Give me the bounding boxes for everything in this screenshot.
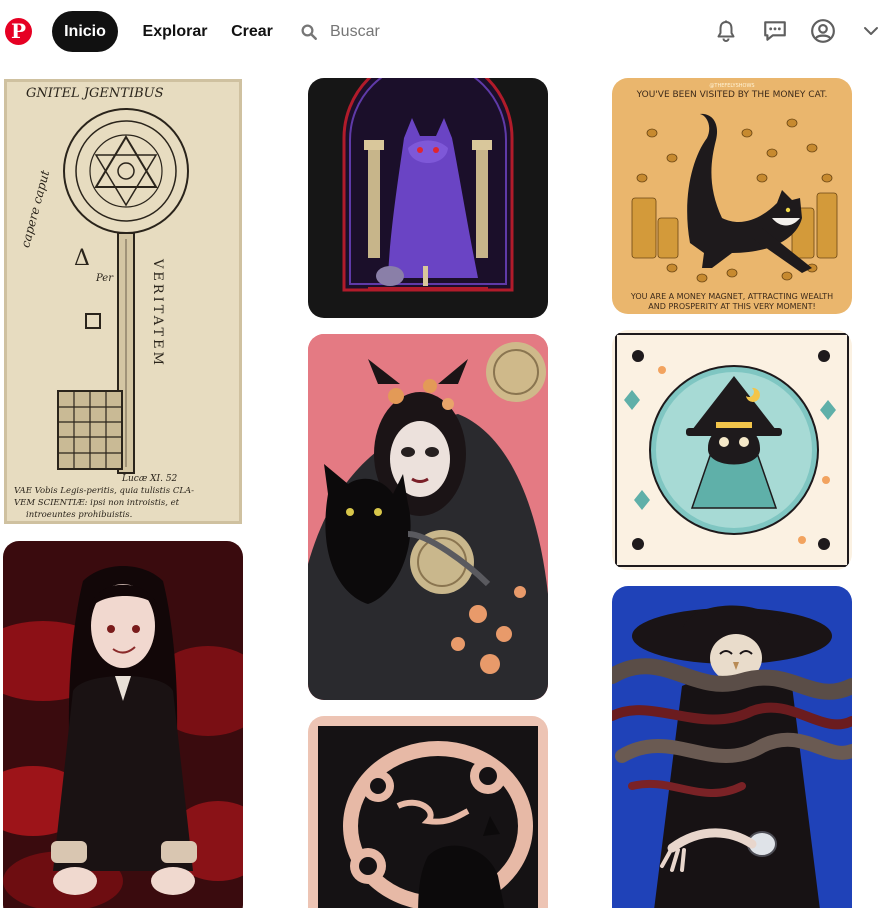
nav-explore-button[interactable]: Explorar — [134, 11, 216, 52]
nav-home-button[interactable]: Inicio — [52, 11, 118, 52]
pin-purple-cat[interactable] — [308, 78, 548, 318]
messages-button[interactable] — [760, 16, 790, 46]
svg-text:Per: Per — [95, 273, 114, 284]
pin-money-cat[interactable]: @THEFELYSHOWS YOU'VE BEEN VISITED BY THE… — [612, 78, 852, 314]
gothic-woman-cat-image — [308, 334, 548, 700]
owl-witch-image — [612, 586, 852, 908]
manuscript-footer-ref: Lucæ XI. 52 — [121, 474, 178, 484]
witch-cat-image — [612, 330, 852, 570]
chat-icon — [764, 21, 786, 41]
account-menu-button[interactable] — [856, 16, 885, 46]
pin-papercut-cat[interactable] — [308, 716, 548, 908]
profile-button[interactable] — [808, 16, 838, 46]
pinterest-logo-icon[interactable]: P — [5, 18, 32, 45]
pin-gothic-woman-cat[interactable] — [308, 334, 548, 700]
manuscript-footer-1: VAE Vobis Legis-peritis, quia tulistis C… — [14, 486, 194, 496]
money-cat-caption-1: YOU ARE A MONEY MAGNET, ATTRACTING WEALT… — [630, 292, 833, 301]
pin-gothic-girl[interactable] — [3, 541, 243, 908]
chevron-down-icon — [864, 27, 878, 35]
search-input[interactable] — [330, 22, 630, 41]
notifications-button[interactable] — [711, 16, 741, 46]
manuscript-footer-2: VEM SCIENTIÆ: ipsi non introistis, et — [14, 498, 180, 508]
search-icon — [301, 24, 317, 40]
money-cat-credit: @THEFELYSHOWS — [709, 83, 754, 89]
money-cat-caption-2: AND PROSPERITY AT THIS VERY MOMENT! — [648, 302, 815, 311]
profile-icon — [811, 19, 835, 43]
gothic-girl-image — [3, 541, 243, 908]
manuscript-key-image: GNITEL JGENTIBUS capere caput VERITATEM … — [4, 79, 242, 524]
logo-letter: P — [10, 19, 27, 43]
pin-manuscript-key[interactable]: GNITEL JGENTIBUS capere caput VERITATEM … — [4, 79, 242, 524]
svg-text:Δ: Δ — [74, 246, 90, 271]
money-cat-title: YOU'VE BEEN VISITED BY THE MONEY CAT. — [636, 90, 828, 100]
purple-cat-image — [308, 78, 548, 318]
manuscript-footer-3: introeuntes prohibuistis. — [26, 510, 132, 520]
search-bar[interactable] — [292, 11, 672, 52]
papercut-cat-image — [308, 716, 548, 908]
money-cat-image: @THEFELYSHOWS YOU'VE BEEN VISITED BY THE… — [612, 78, 852, 314]
top-nav-bar: P Inicio Explorar Crear — [0, 0, 885, 64]
pin-owl-witch[interactable] — [612, 586, 852, 908]
bell-icon — [717, 20, 735, 42]
nav-create-button[interactable]: Crear — [222, 11, 282, 52]
pin-witch-cat[interactable] — [612, 330, 852, 570]
manuscript-side-right: VERITATEM — [150, 258, 165, 368]
manuscript-header: GNITEL JGENTIBUS — [26, 86, 164, 101]
